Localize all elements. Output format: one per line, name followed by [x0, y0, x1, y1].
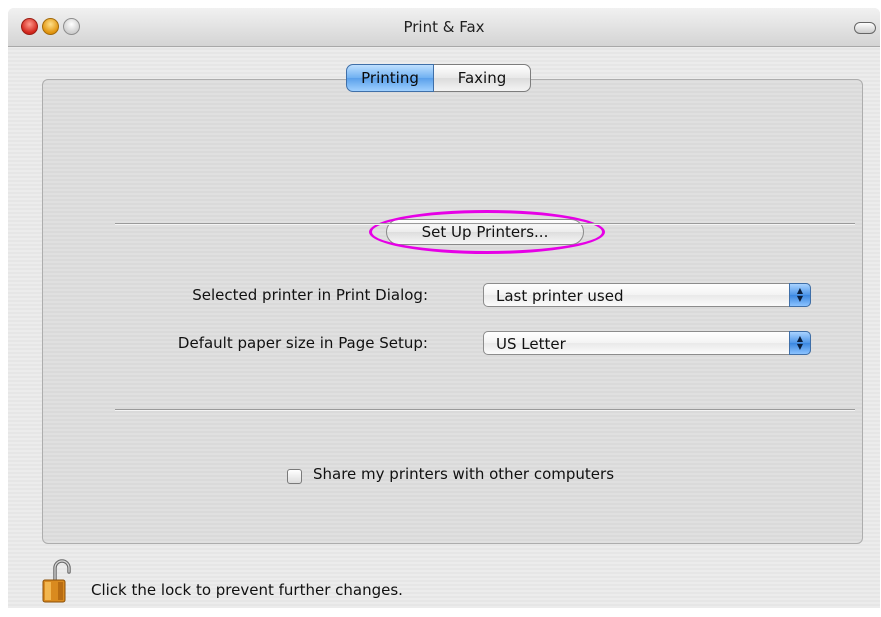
selected-printer-value: Last printer used: [496, 287, 624, 305]
default-paper-value: US Letter: [496, 335, 566, 353]
popup-arrows-icon: ▲ ▼: [789, 331, 811, 355]
share-printers-checkbox[interactable]: [287, 469, 302, 484]
tab-content-panel: Set Up Printers... Selected printer in P…: [42, 79, 863, 544]
toolbar-toggle-button[interactable]: [854, 22, 876, 34]
popup-arrows-icon: ▲ ▼: [789, 283, 811, 307]
default-paper-popup[interactable]: US Letter ▲ ▼: [483, 331, 811, 355]
title-bar[interactable]: Print & Fax: [8, 8, 880, 47]
share-printers-label[interactable]: Share my printers with other computers: [313, 465, 614, 483]
tab-faxing[interactable]: Faxing: [434, 64, 531, 92]
selected-printer-label: Selected printer in Print Dialog:: [192, 286, 428, 304]
tab-bar: Printing Faxing: [346, 64, 531, 92]
unlocked-padlock-icon[interactable]: [41, 558, 73, 606]
lock-status-text: Click the lock to prevent further change…: [91, 581, 403, 599]
selected-printer-popup[interactable]: Last printer used ▲ ▼: [483, 283, 811, 307]
window-title: Print & Fax: [403, 18, 485, 36]
divider: [115, 409, 855, 411]
print-fax-window: Print & Fax Set Up Printers... Selected …: [8, 8, 880, 608]
default-paper-label: Default paper size in Page Setup:: [177, 334, 428, 352]
divider: [115, 223, 855, 225]
tab-printing[interactable]: Printing: [346, 64, 434, 92]
